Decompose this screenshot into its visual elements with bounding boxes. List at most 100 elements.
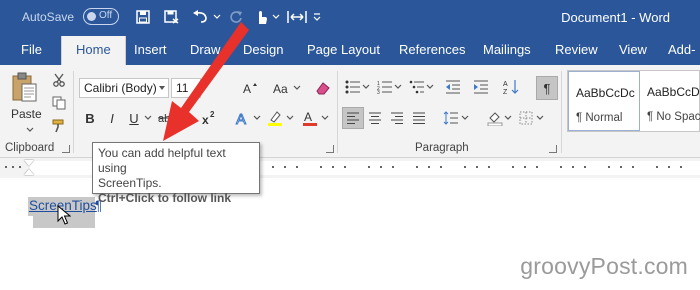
show-formatting-marks-button[interactable]: ¶ — [536, 76, 558, 100]
ruler-tick — [5, 166, 7, 168]
align-center-button[interactable] — [364, 107, 386, 129]
text-effects-dropdown-icon[interactable] — [252, 107, 262, 129]
font-size-value: 11 — [176, 81, 189, 95]
tab-mailings[interactable]: Mailings — [483, 42, 531, 57]
svg-text:Z: Z — [503, 89, 508, 95]
svg-text:A: A — [243, 82, 251, 95]
strikethrough-button[interactable]: abc — [156, 107, 182, 129]
style-sample: AaBbCcDc — [576, 86, 635, 100]
change-case-dropdown-icon[interactable] — [292, 77, 302, 99]
bullets-dropdown-icon[interactable] — [361, 76, 371, 98]
font-name-combo[interactable]: Calibri (Body) — [79, 78, 169, 98]
svg-text:x: x — [202, 113, 209, 125]
paragraph-dialog-launcher[interactable] — [549, 145, 557, 153]
tab-design[interactable]: Design — [243, 42, 283, 57]
ruler-tick — [368, 166, 370, 168]
group-separator — [73, 71, 74, 153]
ruler-tick — [344, 166, 346, 168]
tab-insert[interactable]: Insert — [134, 42, 167, 57]
tab-home[interactable]: Home — [61, 36, 126, 66]
tab-references[interactable]: References — [399, 42, 465, 57]
tab-view[interactable]: View — [619, 42, 647, 57]
ruler-tick — [560, 166, 562, 168]
align-right-button[interactable] — [386, 107, 408, 129]
shading-dropdown-icon[interactable] — [503, 107, 513, 129]
increase-indent-icon[interactable] — [470, 76, 492, 98]
redo-icon[interactable] — [226, 7, 246, 27]
svg-text:3: 3 — [377, 90, 380, 94]
underline-dropdown-icon[interactable] — [143, 107, 153, 129]
clear-formatting-icon[interactable] — [312, 77, 334, 99]
ruler-tick — [428, 166, 430, 168]
ruler-tick — [332, 166, 334, 168]
ruler-tick — [680, 166, 682, 168]
style-normal[interactable]: AaBbCcDc ¶ Normal — [568, 71, 640, 131]
tab-review[interactable]: Review — [555, 42, 598, 57]
tab-file[interactable]: File — [21, 42, 42, 57]
decrease-indent-icon[interactable] — [442, 76, 464, 98]
style-name: ¶ No Spac — [647, 111, 700, 123]
ruler-tick — [380, 166, 382, 168]
tooltip-hint: Ctrl+Click to follow link — [98, 191, 232, 205]
mouse-pointer-icon — [57, 204, 72, 228]
highlight-dropdown-icon[interactable] — [285, 107, 295, 129]
change-case-icon[interactable]: Aa — [272, 77, 294, 99]
copy-icon[interactable] — [48, 92, 70, 114]
borders-dropdown-icon[interactable] — [535, 107, 545, 129]
superscript-button[interactable]: x2 — [200, 107, 222, 129]
line-spacing-dropdown-icon[interactable] — [460, 107, 470, 129]
line-paragraph-spacing-icon[interactable] — [440, 107, 462, 129]
ruler-tick — [488, 166, 490, 168]
svg-text:Aa: Aa — [273, 82, 288, 95]
highlight-color-icon[interactable] — [264, 107, 286, 129]
italic-button[interactable]: I — [101, 107, 123, 129]
ruler-tick — [584, 166, 586, 168]
clipboard-group-label: Clipboard — [5, 142, 55, 154]
tab-page-layout[interactable]: Page Layout — [307, 42, 380, 57]
bold-button[interactable]: B — [79, 107, 101, 129]
line-spacing-icon[interactable] — [287, 7, 307, 27]
save-icon[interactable] — [133, 7, 153, 27]
paste-dropdown-icon[interactable] — [23, 125, 37, 135]
ruler-tick — [440, 166, 442, 168]
save-as-icon[interactable] — [162, 7, 182, 27]
grow-font-icon[interactable]: A — [240, 77, 262, 99]
font-size-combo[interactable]: 11 — [171, 78, 201, 98]
autosave-toggle[interactable]: Off — [83, 8, 119, 25]
borders-icon[interactable] — [515, 107, 537, 129]
ruler-tick — [524, 166, 526, 168]
paste-label[interactable]: Paste — [11, 107, 42, 121]
text-effects-icon[interactable]: A — [232, 107, 254, 129]
first-line-indent-marker[interactable] — [24, 160, 34, 166]
touch-dropdown-icon[interactable] — [266, 7, 286, 27]
cut-icon[interactable] — [48, 69, 70, 91]
ribbon-tabs: File Home Insert Draw Design Page Layout… — [0, 36, 700, 66]
underline-button[interactable]: U — [123, 107, 145, 129]
font-color-dropdown-icon[interactable] — [320, 107, 330, 129]
clipboard-dialog-launcher[interactable] — [62, 145, 70, 153]
customize-qat-icon[interactable] — [307, 7, 327, 27]
numbering-dropdown-icon[interactable] — [393, 76, 403, 98]
style-no-spacing[interactable]: AaBbCcDc ¶ No Spac — [640, 71, 700, 131]
justify-button[interactable] — [408, 107, 430, 129]
hanging-indent-marker[interactable] — [24, 169, 34, 175]
ruler-tick — [656, 166, 658, 168]
multilevel-dropdown-icon[interactable] — [425, 76, 435, 98]
tooltip-line: ScreenTips. — [98, 176, 162, 190]
font-color-icon[interactable]: A — [299, 107, 321, 129]
font-dialog-launcher[interactable] — [326, 145, 334, 153]
ruler-tick — [512, 166, 514, 168]
ruler-tick — [296, 166, 298, 168]
undo-dropdown-icon[interactable] — [207, 7, 227, 27]
sort-icon[interactable]: AZ — [500, 76, 522, 98]
paste-icon[interactable] — [10, 71, 40, 105]
title-bar: AutoSave Off Document1 - Word — [0, 0, 700, 36]
ruler-tick — [476, 166, 478, 168]
tab-add-ins[interactable]: Add- — [668, 42, 695, 57]
align-left-button[interactable] — [342, 107, 364, 129]
format-painter-icon[interactable] — [48, 115, 70, 137]
ruler-tick — [284, 166, 286, 168]
style-sample: AaBbCcDc — [647, 85, 700, 99]
tab-draw[interactable]: Draw — [190, 42, 220, 57]
ruler-tick — [272, 166, 274, 168]
